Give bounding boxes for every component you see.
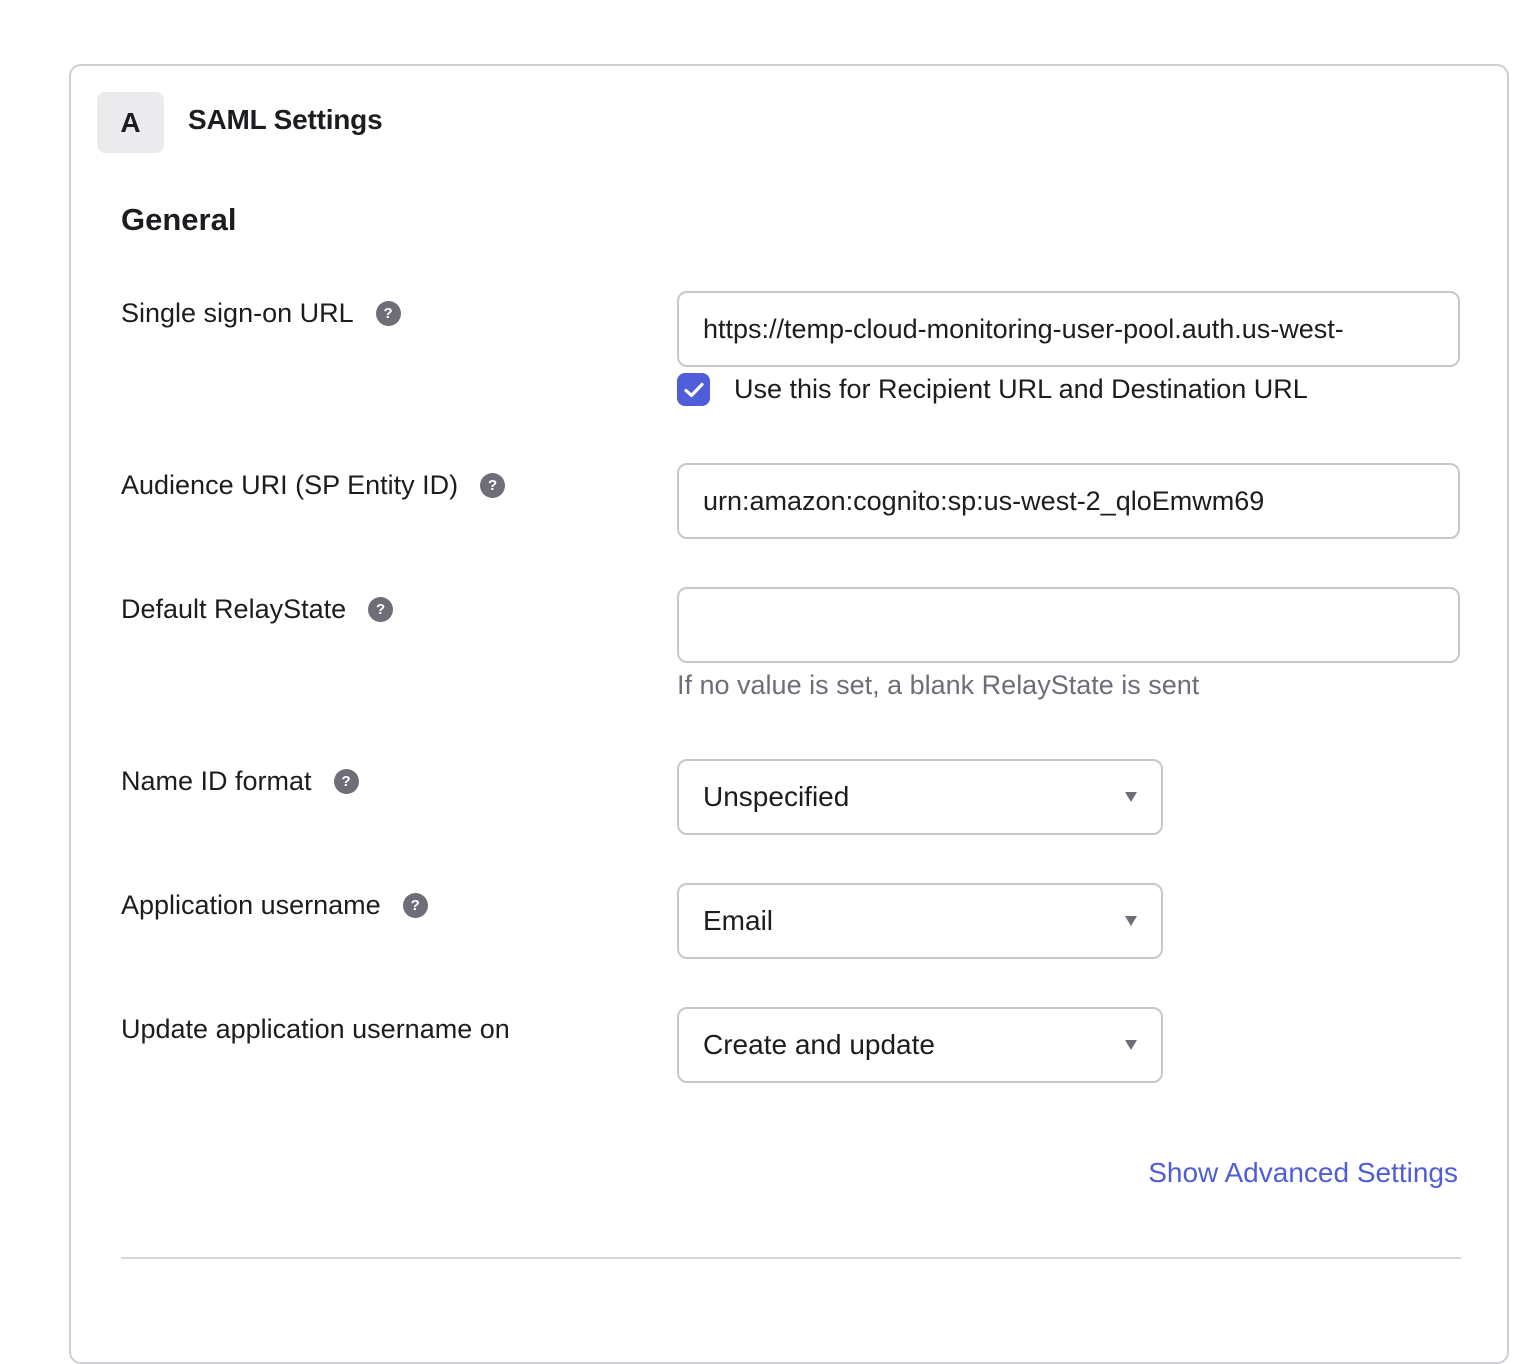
- relay-state-label-text: Default RelayState: [121, 594, 347, 624]
- relay-state-label: Default RelayState ?: [121, 594, 394, 625]
- update-username-on-label-text: Update application username on: [121, 1014, 510, 1044]
- sso-url-label-text: Single sign-on URL: [121, 298, 354, 328]
- app-username-label: Application username ?: [121, 890, 428, 921]
- recipient-destination-checkbox-row[interactable]: Use this for Recipient URL and Destinati…: [677, 373, 1308, 406]
- question-circle-icon[interactable]: ?: [480, 473, 506, 498]
- question-circle-icon[interactable]: ?: [333, 769, 359, 794]
- step-badge: A: [97, 92, 164, 153]
- checkmark-icon: [683, 382, 704, 397]
- update-username-on-select[interactable]: Create and update: [677, 1007, 1163, 1083]
- card-title: SAML Settings: [188, 104, 383, 135]
- name-id-format-label: Name ID format ?: [121, 766, 359, 797]
- name-id-format-select[interactable]: Unspecified: [677, 759, 1163, 835]
- relay-state-input[interactable]: [677, 587, 1460, 663]
- recipient-destination-checkbox[interactable]: [677, 373, 710, 406]
- sso-url-input[interactable]: https://temp-cloud-monitoring-user-pool.…: [677, 291, 1460, 367]
- saml-settings-card: A SAML Settings General Single sign-on U…: [69, 64, 1509, 1364]
- name-id-format-selected: Unspecified: [703, 781, 850, 812]
- section-divider: [121, 1257, 1461, 1259]
- audience-uri-input[interactable]: urn:amazon:cognito:sp:us-west-2_qloEmwm6…: [677, 463, 1460, 539]
- caret-down-icon: [1125, 1040, 1137, 1050]
- relay-state-hint: If no value is set, a blank RelayState i…: [677, 670, 1200, 700]
- question-circle-icon[interactable]: ?: [375, 301, 401, 326]
- audience-uri-label: Audience URI (SP Entity ID) ?: [121, 470, 506, 501]
- section-title: General: [121, 202, 237, 237]
- sso-url-value: https://temp-cloud-monitoring-user-pool.…: [703, 313, 1344, 344]
- recipient-destination-checkbox-label: Use this for Recipient URL and Destinati…: [734, 374, 1308, 404]
- audience-uri-label-text: Audience URI (SP Entity ID): [121, 470, 459, 500]
- caret-down-icon: [1125, 916, 1137, 926]
- show-advanced-settings-link[interactable]: Show Advanced Settings: [1148, 1157, 1458, 1189]
- sso-url-label: Single sign-on URL ?: [121, 298, 401, 329]
- question-circle-icon[interactable]: ?: [402, 893, 428, 918]
- audience-uri-value: urn:amazon:cognito:sp:us-west-2_qloEmwm6…: [703, 485, 1265, 516]
- update-username-on-label: Update application username on: [121, 1014, 510, 1045]
- app-username-select[interactable]: Email: [677, 883, 1163, 959]
- app-username-label-text: Application username: [121, 890, 381, 920]
- question-circle-icon[interactable]: ?: [368, 597, 394, 622]
- app-username-selected: Email: [703, 905, 774, 936]
- caret-down-icon: [1125, 792, 1137, 802]
- name-id-format-label-text: Name ID format: [121, 766, 312, 796]
- update-username-on-selected: Create and update: [703, 1029, 935, 1060]
